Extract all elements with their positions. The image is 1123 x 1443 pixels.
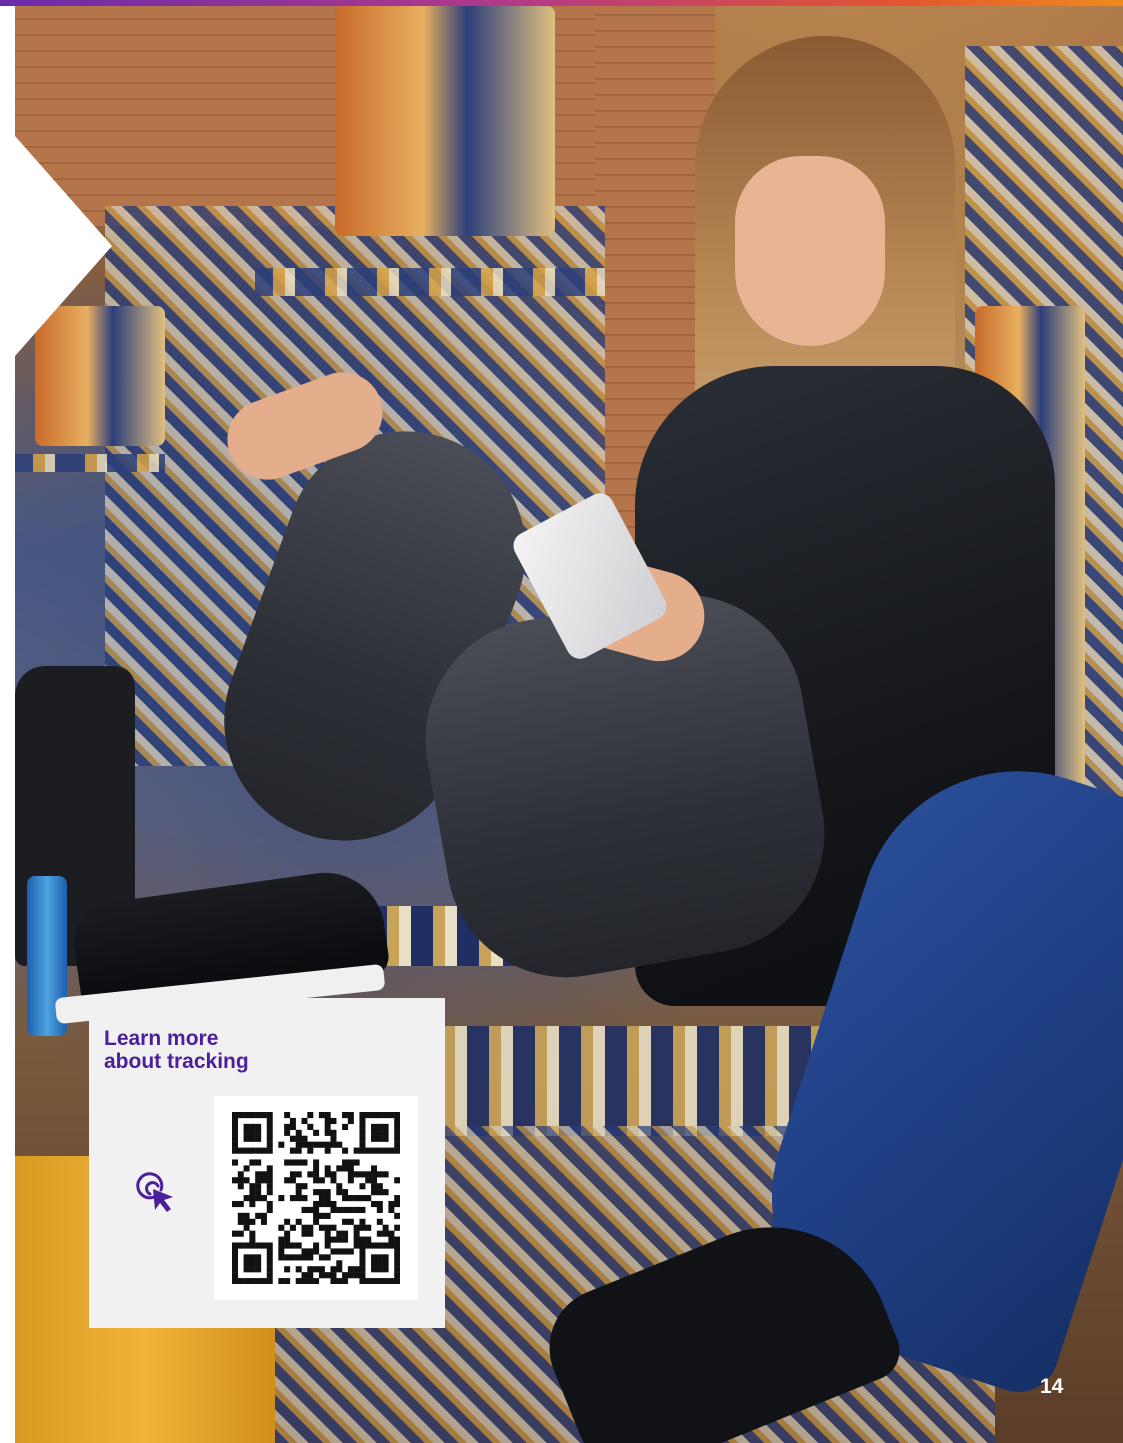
card-title: Learn more about tracking (104, 1027, 364, 1073)
chevron-notch-shape (0, 6, 112, 426)
page-number: 14 (1040, 1375, 1064, 1398)
learn-more-card[interactable]: Learn more about tracking (89, 998, 445, 1328)
brochure-page: Learn more about tracking 14 (0, 0, 1123, 1443)
card-title-line-2: about tracking (104, 1050, 249, 1073)
person-face (735, 156, 885, 346)
cursor-click-icon (136, 1172, 173, 1212)
card-title-line-1: Learn more (104, 1027, 219, 1050)
qr-code[interactable] (214, 1096, 418, 1300)
qr-code-pattern (232, 1112, 400, 1284)
top-gradient-stripe (0, 0, 1123, 6)
